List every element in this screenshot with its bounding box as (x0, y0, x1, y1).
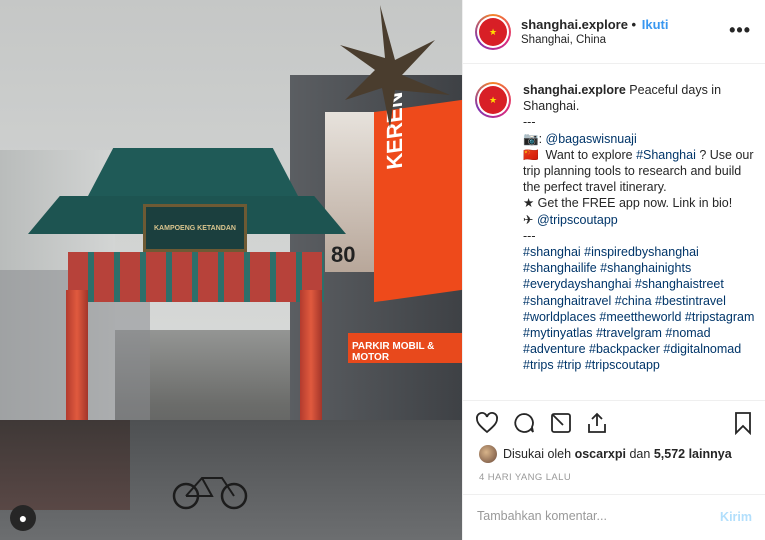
post-comment-button[interactable]: Kirim (720, 510, 752, 524)
poster-sign: 80 (325, 112, 375, 272)
action-icons (475, 411, 755, 437)
bookmark-icon[interactable] (731, 411, 755, 435)
header-username[interactable]: shanghai.explore (521, 17, 628, 32)
gate-beam (68, 252, 324, 302)
shop-sign: KEREN (374, 91, 462, 303)
credit-link[interactable]: @bagaswisnuaji (546, 132, 637, 146)
likes-count[interactable]: 5,572 lainnya (654, 447, 732, 461)
poster-number: 80 (331, 242, 356, 267)
app-handle-link[interactable]: @tripscoutapp (537, 213, 618, 227)
plane-icon: ✈ (523, 212, 537, 227)
tagged-user-button[interactable]: ● (10, 505, 36, 531)
more-horizontal-icon[interactable]: ••• (729, 20, 751, 41)
caption-dashes: --- (523, 115, 536, 130)
profile-avatar[interactable]: ★ (475, 14, 511, 50)
post-header: ★ shanghai.explore • Ikuti Shanghai, Chi… (463, 0, 765, 64)
comment-icon[interactable] (512, 411, 536, 435)
action-bar: Disukai oleh oscarxpi dan 5,572 lainnya (463, 400, 765, 480)
camera-icon: 📷: (523, 131, 546, 146)
post-photo[interactable]: 80 KEREN PARKIR MOBIL & MOTOR KAMPOENG K… (0, 0, 462, 540)
star-sculpture (340, 5, 450, 128)
gate-sign-text: KAMPOENG KETANDAN (154, 225, 236, 232)
flag-line: 🇨🇳 Want to explore (523, 147, 637, 162)
liked-by-prefix: Disukai oleh (503, 447, 572, 461)
person-icon: ● (18, 510, 28, 526)
parking-sign: PARKIR MOBIL & MOTOR (348, 333, 462, 363)
share-icon[interactable] (549, 411, 573, 435)
hashtags[interactable]: #shanghai #inspiredbyshanghai #shanghail… (523, 245, 758, 372)
upload-icon[interactable] (585, 411, 609, 435)
caption-dashes: --- (523, 228, 536, 243)
liked-by: Disukai oleh oscarxpi dan 5,572 lainnya (479, 445, 732, 463)
liked-by-mid: dan (629, 447, 651, 461)
caption: ★ shanghai.explore Peaceful days in Shan… (475, 82, 760, 374)
header-username-row: shanghai.explore • Ikuti (521, 17, 668, 32)
comment-bar: Kirim (463, 494, 765, 540)
crowd (0, 420, 130, 510)
china-flag-icon: ★ (479, 86, 507, 114)
caption-username[interactable]: shanghai.explore (523, 83, 626, 97)
separator-dot: • (631, 17, 637, 32)
star-line: ★ Get the FREE app now. Link in bio! (523, 196, 733, 211)
location-link[interactable]: Shanghai, China (521, 34, 606, 46)
caption-text: shanghai.explore Peaceful days in Shangh… (523, 82, 760, 374)
liker-username[interactable]: oscarxpi (575, 447, 626, 461)
bicycle (172, 477, 248, 510)
post-details-panel: ★ shanghai.explore • Ikuti Shanghai, Chi… (462, 0, 765, 540)
caption-avatar[interactable]: ★ (475, 82, 511, 118)
liker-avatar[interactable] (479, 445, 497, 463)
gate-roof-top (88, 148, 298, 196)
china-flag-icon: ★ (479, 18, 507, 46)
follow-button[interactable]: Ikuti (642, 17, 669, 32)
comment-input[interactable] (477, 509, 687, 523)
hashtag-shanghai[interactable]: #Shanghai (636, 148, 696, 162)
post-timestamp[interactable]: 4 HARI YANG LALU (479, 472, 571, 483)
heart-icon[interactable] (475, 411, 499, 435)
gate-sign-board: KAMPOENG KETANDAN (143, 204, 247, 252)
